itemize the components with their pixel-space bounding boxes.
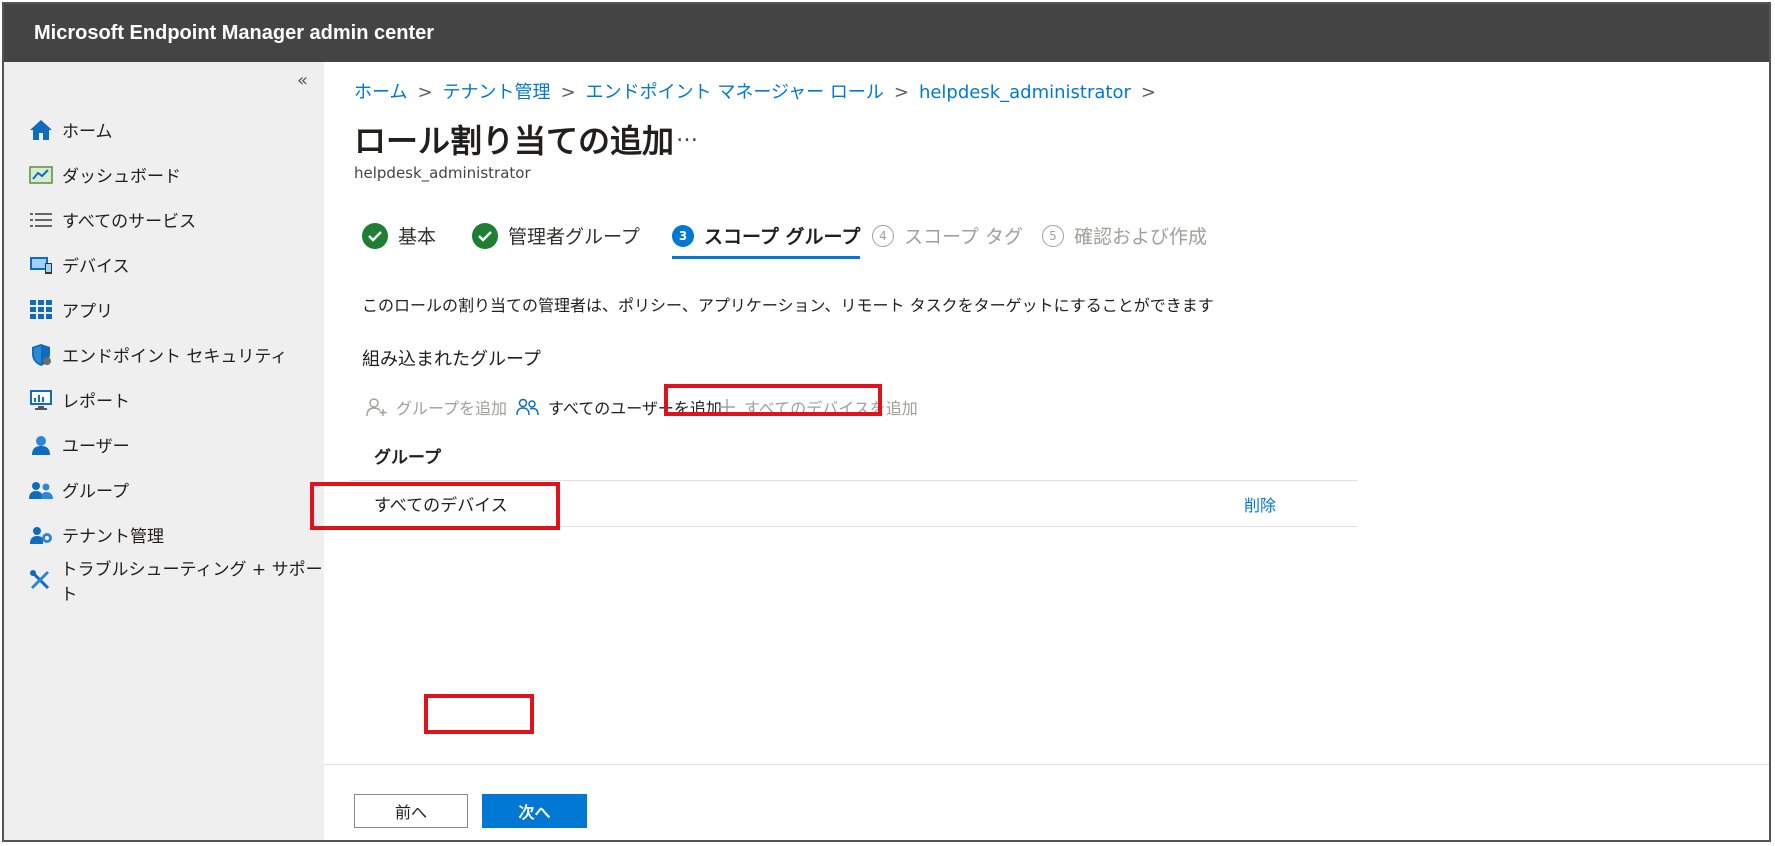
- home-icon: [28, 117, 54, 143]
- group-name-cell: すべてのデバイス: [374, 496, 508, 516]
- sidebar-item-all-services[interactable]: すべてのサービス: [4, 197, 324, 242]
- sidebar-item-tenant-admin[interactable]: テナント管理: [4, 512, 324, 557]
- sidebar-item-label: テナント管理: [62, 527, 164, 547]
- section-title: 組み込まれたグループ: [362, 349, 541, 370]
- device-icon: [28, 252, 54, 278]
- active-step-indicator: [672, 256, 861, 259]
- main-content: ホーム > テナント管理 > エンドポイント マネージャー ロール > helpdesk_a…: [310, 62, 1769, 840]
- add-group-button[interactable]: グループを追加: [366, 390, 507, 424]
- sidebar-item-label: ダッシュボード: [62, 167, 181, 187]
- report-icon: [28, 387, 54, 413]
- sidebar-item-label: すべてのサービス: [62, 212, 197, 232]
- wizard-step-scope-tags[interactable]: 4 スコープ タグ: [872, 222, 1023, 249]
- apps-grid-icon: [28, 297, 54, 323]
- highlight-next-button: [424, 694, 534, 734]
- breadcrumb-separator: >: [417, 82, 433, 103]
- breadcrumb-separator: >: [560, 82, 576, 103]
- more-options-button[interactable]: …: [676, 122, 699, 147]
- add-all-devices-label: すべてのデバイスを追加: [744, 399, 918, 418]
- step-number-icon: 5: [1042, 224, 1064, 247]
- user-icon: [28, 432, 54, 458]
- description-text: このロールの割り当ての管理者は、ポリシー、アプリケーション、リモート タスクをタ…: [362, 296, 1214, 315]
- wizard-step-review-create[interactable]: 5 確認および作成: [1042, 222, 1207, 249]
- sidebar-item-groups[interactable]: グループ: [4, 467, 324, 512]
- top-bar: Microsoft Endpoint Manager admin center: [4, 4, 1769, 62]
- app-title: Microsoft Endpoint Manager admin center: [34, 22, 435, 44]
- sidebar: « ホーム ダッシュボード すべてのサービス デバイス アプリ エンドポイント …: [4, 62, 324, 840]
- page-subtitle: helpdesk_administrator: [354, 164, 531, 182]
- checkmark-icon: [362, 222, 388, 249]
- sidebar-item-apps[interactable]: アプリ: [4, 287, 324, 332]
- shield-icon: [28, 342, 54, 368]
- add-person-icon: [366, 397, 388, 417]
- sidebar-item-label: ホーム: [62, 122, 113, 142]
- app-window: Microsoft Endpoint Manager admin center …: [2, 2, 1771, 842]
- sidebar-item-reports[interactable]: レポート: [4, 377, 324, 422]
- breadcrumb-separator: >: [893, 82, 909, 103]
- breadcrumb-tenant-admin[interactable]: テナント管理: [443, 82, 551, 103]
- sidebar-item-label: エンドポイント セキュリティ: [62, 347, 288, 367]
- breadcrumb-home[interactable]: ホーム: [354, 82, 407, 103]
- wizard-step-label: スコープ タグ: [904, 226, 1023, 248]
- sidebar-item-dashboard[interactable]: ダッシュボード: [4, 152, 324, 197]
- sidebar-item-label: デバイス: [62, 257, 130, 277]
- sidebar-item-users[interactable]: ユーザー: [4, 422, 324, 467]
- sidebar-item-label: トラブルシューティング + サポート: [60, 559, 323, 605]
- sidebar-item-label: アプリ: [62, 302, 113, 322]
- list-icon: [28, 207, 54, 233]
- wizard-step-label: 確認および作成: [1074, 226, 1208, 248]
- dashboard-icon: [28, 162, 54, 188]
- wizard-step-scope-groups[interactable]: 3 スコープ グループ: [672, 222, 861, 259]
- add-group-label: グループを追加: [396, 399, 508, 418]
- users-icon: [516, 397, 540, 417]
- group-icon: [28, 477, 54, 503]
- sidebar-item-home[interactable]: ホーム: [4, 107, 324, 152]
- breadcrumb-separator: >: [1140, 82, 1156, 103]
- checkmark-icon: [472, 222, 498, 249]
- table-row: すべてのデバイス 削除: [350, 481, 1357, 527]
- tenant-admin-icon: [28, 522, 54, 548]
- sidebar-item-devices[interactable]: デバイス: [4, 242, 324, 287]
- breadcrumb-helpdesk-administrator[interactable]: helpdesk_administrator: [919, 82, 1131, 103]
- wizard-step-label: 基本: [398, 226, 437, 248]
- sidebar-item-troubleshooting[interactable]: トラブルシューティング + サポート: [4, 557, 324, 605]
- sidebar-item-label: ユーザー: [62, 437, 130, 457]
- table-header: グループ: [350, 430, 1357, 481]
- breadcrumb-endpoint-manager-roles[interactable]: エンドポイント マネージャー ロール: [586, 82, 884, 103]
- footer-divider: [324, 764, 1769, 765]
- plus-icon: [718, 398, 736, 416]
- sidebar-item-label: レポート: [62, 392, 130, 412]
- wizard-step-admin-groups[interactable]: 管理者グループ: [472, 222, 640, 249]
- groups-table: グループ すべてのデバイス 削除: [350, 430, 1357, 527]
- sidebar-item-label: グループ: [62, 482, 129, 502]
- next-button[interactable]: 次へ: [482, 794, 587, 828]
- delete-link[interactable]: 削除: [1244, 492, 1276, 516]
- add-all-users-button[interactable]: すべてのユーザーを追加: [516, 390, 722, 424]
- breadcrumb: ホーム > テナント管理 > エンドポイント マネージャー ロール > helpdesk_a…: [354, 78, 1166, 104]
- sidebar-item-endpoint-security[interactable]: エンドポイント セキュリティ: [4, 332, 324, 377]
- add-all-devices-button[interactable]: すべてのデバイスを追加: [718, 390, 918, 424]
- wizard-step-label: スコープ グループ: [704, 226, 861, 248]
- nav-list: ホーム ダッシュボード すべてのサービス デバイス アプリ エンドポイント セキ…: [4, 107, 324, 605]
- collapse-sidebar-icon[interactable]: «: [297, 70, 308, 91]
- wrench-icon: [28, 567, 53, 593]
- step-number-icon: 3: [672, 224, 694, 247]
- wizard-step-label: 管理者グループ: [508, 226, 640, 248]
- previous-button[interactable]: 前へ: [354, 794, 468, 828]
- wizard-step-basics[interactable]: 基本: [362, 222, 436, 249]
- step-number-icon: 4: [872, 224, 894, 247]
- add-all-users-label: すべてのユーザーを追加: [548, 399, 722, 418]
- page-title: ロール割り当ての追加: [354, 122, 675, 160]
